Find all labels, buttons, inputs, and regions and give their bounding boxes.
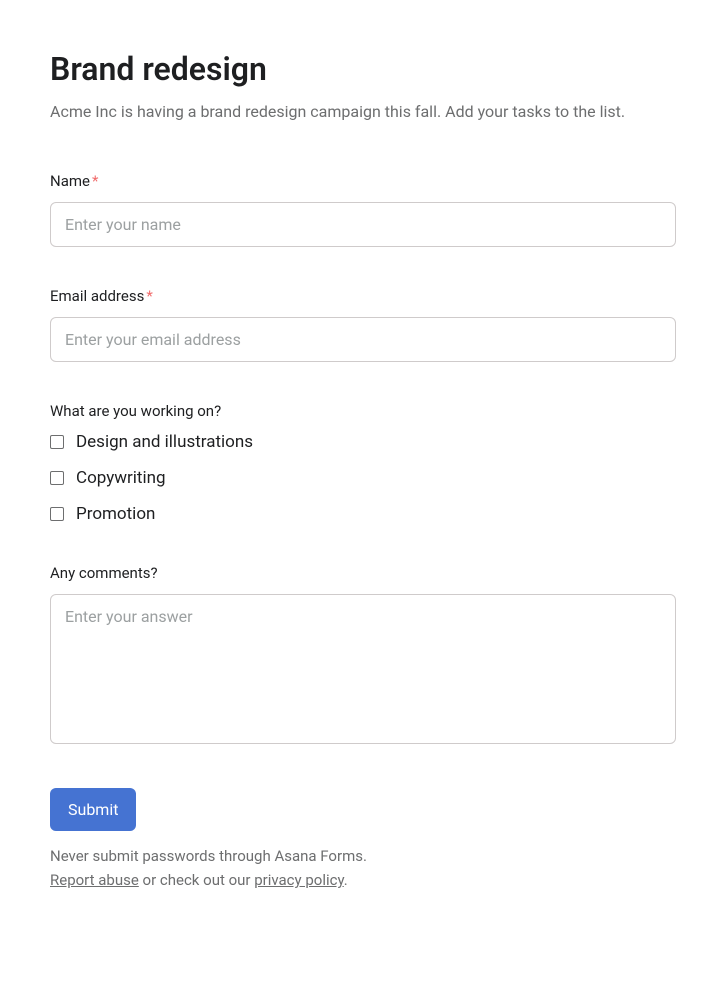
name-input[interactable]: [50, 202, 676, 247]
form-title: Brand redesign: [50, 50, 676, 88]
footer-warning: Never submit passwords through Asana For…: [50, 847, 676, 865]
checkbox-icon[interactable]: [50, 471, 64, 485]
work-option-row[interactable]: Design and illustrations: [50, 432, 676, 452]
email-field-group: Email address*: [50, 287, 676, 362]
comments-label: Any comments?: [50, 564, 676, 582]
work-label: What are you working on?: [50, 402, 676, 420]
email-label-text: Email address: [50, 287, 144, 305]
email-label: Email address*: [50, 287, 676, 305]
comments-field-group: Any comments?: [50, 564, 676, 748]
work-checklist: Design and illustrations Copywriting Pro…: [50, 432, 676, 524]
comments-input[interactable]: [50, 594, 676, 744]
footer-links: Report abuse or check out our privacy po…: [50, 871, 676, 889]
footer-middle-text: or check out our: [139, 871, 254, 889]
work-option-label: Copywriting: [76, 468, 166, 488]
checkbox-icon[interactable]: [50, 507, 64, 521]
name-label-text: Name: [50, 172, 90, 190]
required-asterisk-icon: *: [146, 287, 152, 305]
work-option-row[interactable]: Promotion: [50, 504, 676, 524]
work-option-label: Promotion: [76, 504, 155, 524]
required-asterisk-icon: *: [92, 172, 98, 190]
form-description: Acme Inc is having a brand redesign camp…: [50, 100, 676, 124]
name-field-group: Name*: [50, 172, 676, 247]
report-abuse-link[interactable]: Report abuse: [50, 871, 139, 889]
email-input[interactable]: [50, 317, 676, 362]
privacy-policy-link[interactable]: privacy policy: [254, 871, 344, 889]
submit-button[interactable]: Submit: [50, 788, 136, 831]
work-field-group: What are you working on? Design and illu…: [50, 402, 676, 524]
submit-section: Submit Never submit passwords through As…: [50, 788, 676, 889]
name-label: Name*: [50, 172, 676, 190]
work-option-row[interactable]: Copywriting: [50, 468, 676, 488]
work-option-label: Design and illustrations: [76, 432, 253, 452]
footer-period: .: [344, 871, 348, 889]
checkbox-icon[interactable]: [50, 435, 64, 449]
